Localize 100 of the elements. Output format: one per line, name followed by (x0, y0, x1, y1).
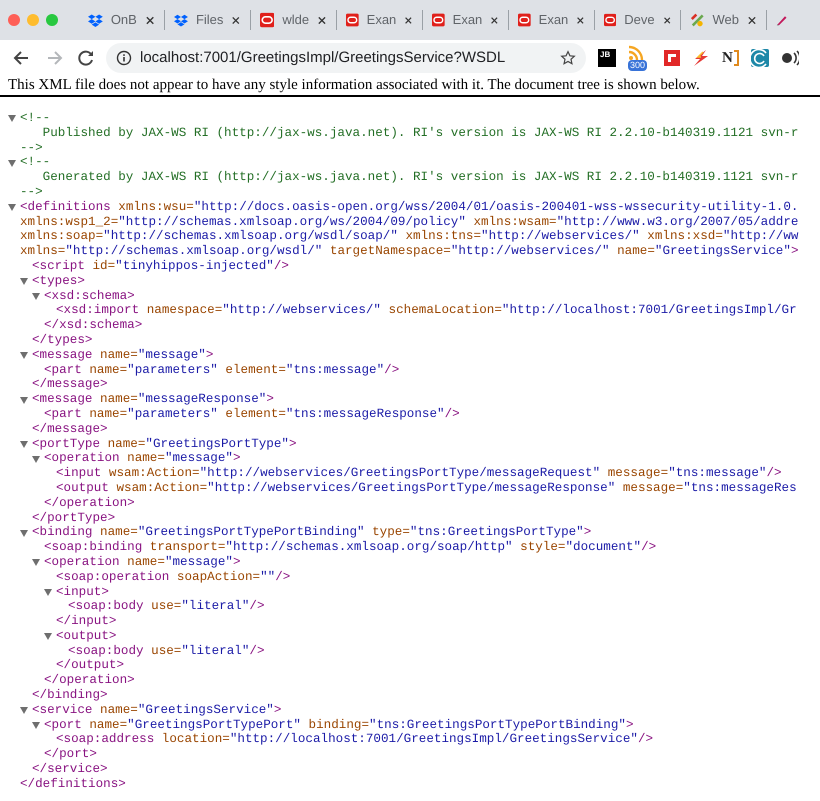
disclosure-triangle-icon[interactable] (32, 721, 40, 730)
close-icon[interactable] (404, 14, 413, 26)
broadcast-icon[interactable] (780, 49, 799, 67)
close-icon[interactable] (576, 14, 585, 26)
xml-line: </binding> (32, 688, 108, 703)
xml-line: <definitions xmlns:wsu="http://docs.oasis-open.org/wss/2004/01/oasis-200401-wss-wssecurity-utility-1.0. (20, 200, 798, 215)
xml-line: </output> (56, 658, 124, 674)
disclosure-triangle-icon[interactable] (8, 203, 16, 212)
browser-tab[interactable]: Web (681, 3, 766, 37)
reload-icon[interactable] (76, 48, 96, 68)
xml-line: <part name="parameters" element="tns:message"/> (44, 362, 400, 378)
xml-line: <xsd:import namespace="http://webservices/" schemaLocation="http://localhost:7001/GreetingsImpl/Gr (56, 303, 797, 318)
xml-line: Generated by JAX-WS RI (http://jax-ws.java.net). RI's version is JAX-WS RI 2.2.10-b140319.1121 svn-r (42, 170, 798, 185)
info-icon[interactable] (116, 50, 132, 66)
disclosure-triangle-icon[interactable] (44, 588, 52, 596)
flipboard-icon[interactable] (664, 50, 680, 66)
count-badge: 300 (628, 60, 648, 71)
xml-line: </message> (32, 422, 108, 437)
xml-line: <part name="parameters" element="tns:messageResponse"/> (44, 406, 460, 422)
browser-tab[interactable]: Deve (595, 3, 680, 37)
xml-line: <input wsam:Action="http://webservices/GreetingsPortType/messageRequest" message="tns:message"/> (56, 466, 782, 481)
close-icon[interactable] (747, 14, 757, 26)
xml-line: <message name="message"> (32, 348, 214, 363)
disclosure-triangle-icon[interactable] (20, 440, 28, 448)
wave-icon[interactable] (750, 49, 769, 67)
close-icon[interactable] (231, 14, 241, 26)
address-bar[interactable]: localhost:7001/GreetingsImpl/GreetingsService?WSDL (106, 43, 586, 73)
oval-logo-icon (604, 12, 616, 28)
info-message: This XML file does not appear to have any style information associated with it. The document tree is shown below. (7, 76, 701, 94)
disclosure-triangle-icon[interactable] (20, 277, 28, 286)
xml-line: </portType> (32, 510, 116, 526)
extension-button[interactable]: JB (598, 49, 616, 67)
xml-line: <!-- (20, 155, 50, 170)
xml-line: </definitions> (20, 776, 126, 792)
xml-line: Published by JAX-WS RI (http://jax-ws.java.net). RI's version is JAX-WS RI 2.2.10-b140319.1121 svn-r (42, 126, 798, 141)
xml-line: </port> (44, 747, 97, 762)
dropbox-logo-icon (88, 12, 103, 28)
oval-logo-icon (518, 12, 531, 28)
star-icon[interactable] (560, 50, 576, 66)
url-text: localhost:7001/GreetingsImpl/GreetingsService?WSDL (140, 48, 506, 68)
xml-line: <soap:operation soapAction=""/> (56, 570, 290, 584)
browser-tab[interactable]: OnB (79, 3, 164, 37)
oval-logo-icon (432, 12, 445, 28)
disclosure-triangle-icon[interactable] (32, 454, 40, 463)
browser-tab[interactable]: Files (165, 3, 250, 37)
close-icon[interactable] (662, 14, 671, 26)
disclosure-triangle-icon[interactable] (32, 292, 40, 300)
xml-line: xmlns:wsp1_2="http://schemas.xmlsoap.org/ws/2004/09/policy" xmlns:wsam="http://www.w3.org/2007/05/addre (20, 214, 798, 230)
xml-line: <binding name="GreetingsPortTypePortBinding" type="tns:GreetingsPortType"> (32, 525, 592, 540)
xml-line: <script id="tinyhippos-injected"/> (32, 258, 289, 274)
disclosure-triangle-icon[interactable] (32, 558, 40, 566)
xml-line: <output> (56, 628, 116, 644)
xml-line: <soap:body use="literal"/> (68, 644, 265, 658)
browser-tab[interactable]: Exan (337, 3, 422, 37)
browser-tab[interactable]: Exan (509, 3, 594, 37)
xml-line: </operation> (44, 673, 135, 688)
xml-line: <xsd:schema> (44, 288, 135, 304)
xml-line: </service> (32, 762, 108, 777)
rss-icon[interactable] (628, 45, 644, 61)
xml-line: </message> (32, 377, 108, 392)
xml-line: <soap:address location="http://localhost:7001/GreetingsImpl/GreetingsService"/> (56, 732, 654, 748)
xml-line: <soap:body use="literal"/> (68, 599, 265, 614)
xml-line: <service name="GreetingsService"> (32, 702, 282, 718)
disclosure-triangle-icon[interactable] (20, 396, 28, 404)
disclosure-triangle-icon[interactable] (20, 706, 28, 714)
xml-line: <operation name="message"> (44, 554, 241, 570)
xml-line: <portType name="GreetingsPortType"> (32, 436, 297, 452)
disclosure-triangle-icon[interactable] (44, 632, 52, 640)
xml-line: --> (20, 140, 43, 156)
xml-line: <port name="GreetingsPortTypePort" binding="tns:GreetingsPortTypePortBinding"> (44, 718, 634, 732)
xml-line: <types> (32, 274, 85, 289)
xml-line: </types> (32, 332, 92, 348)
disclosure-triangle-icon[interactable] (8, 114, 16, 122)
close-icon[interactable] (144, 14, 155, 26)
xml-line: <output wsam:Action="http://webservices/GreetingsPortType/messageResponse" message="tns:messageRes (56, 480, 797, 496)
xml-line: xmlns:soap="http://schemas.xmlsoap.org/wsdl/soap/" xmlns:tns="http://webservices/" xmlns:xsd="http://ww (20, 229, 798, 244)
xml-line: <!-- (20, 111, 50, 126)
pencil-palette-icon (690, 12, 705, 28)
xml-line: <message name="messageResponse"> (32, 392, 274, 407)
xml-line: xmlns="http://schemas.xmlsoap.org/wsdl/" targetNamespace="http://webservices/" name="GreetingsService"> (20, 244, 798, 259)
close-icon[interactable] (317, 14, 327, 26)
close-icon[interactable] (490, 14, 499, 26)
disclosure-triangle-icon[interactable] (8, 158, 16, 167)
oval-logo-icon (260, 12, 274, 28)
xml-line: </input> (56, 614, 116, 629)
extension-button[interactable]: N (722, 46, 733, 70)
disclosure-triangle-icon[interactable] (20, 528, 28, 537)
lightning-icon[interactable] (692, 49, 710, 67)
oval-logo-icon (346, 12, 359, 28)
xml-line: --> (20, 184, 43, 200)
xml-line: <soap:binding transport="http://schemas.xmlsoap.org/soap/http" style="document"/> (44, 540, 656, 555)
browser-tab[interactable]: wlde (251, 3, 336, 37)
dropbox-logo-icon (174, 12, 188, 28)
xml-line: <operation name="message"> (44, 451, 241, 466)
browser-tab[interactable]: Exan (423, 3, 508, 37)
disclosure-triangle-icon[interactable] (20, 351, 28, 360)
bracket-icon (732, 50, 739, 66)
xml-line: </xsd:schema> (44, 318, 142, 333)
xml-line: </operation> (44, 496, 135, 511)
xml-line: <input> (56, 584, 109, 600)
